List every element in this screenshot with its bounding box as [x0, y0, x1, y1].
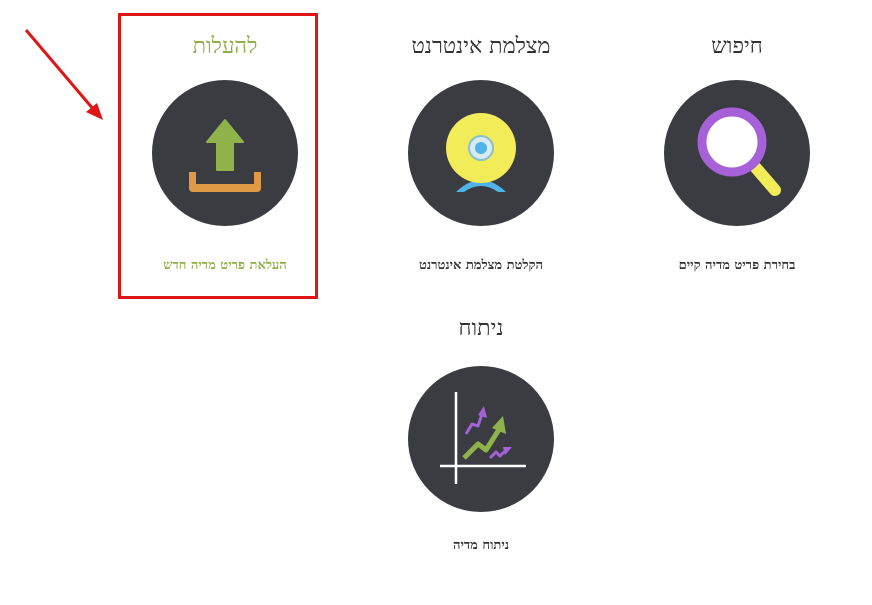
webcam-icon [446, 113, 516, 192]
analysis-tile[interactable]: ניתוח ניתוח מדיה [371, 316, 591, 566]
analysis-title: ניתוח [458, 316, 504, 341]
search-description: בחירת פריט מדיה קיים [678, 258, 796, 273]
upload-tile[interactable]: להעלות העלאת פריט מדיה חדש [115, 34, 335, 284]
webcam-button[interactable] [408, 80, 554, 226]
webcam-description: הקלטת מצלמת אינטרנט [419, 258, 543, 273]
annotation-arrow [24, 29, 103, 120]
upload-description: העלאת פריט מדיה חדש [163, 258, 287, 273]
analysis-description: ניתוח מדיה [453, 538, 509, 553]
search-button[interactable] [664, 80, 810, 226]
webcam-title: מצלמת אינטרנט [411, 34, 551, 59]
webcam-tile[interactable]: מצלמת אינטרנט הקלטת מצלמת אינטרנט [371, 34, 591, 284]
search-tile[interactable]: חיפוש בחירת פריט מדיה קיים [627, 34, 847, 284]
analytics-chart-icon [440, 392, 526, 484]
upload-title: להעלות [192, 34, 258, 59]
upload-icon [189, 119, 261, 192]
search-icon [697, 107, 781, 196]
search-title: חיפוש [711, 34, 763, 59]
analysis-button[interactable] [408, 366, 554, 512]
upload-button[interactable] [152, 80, 298, 226]
